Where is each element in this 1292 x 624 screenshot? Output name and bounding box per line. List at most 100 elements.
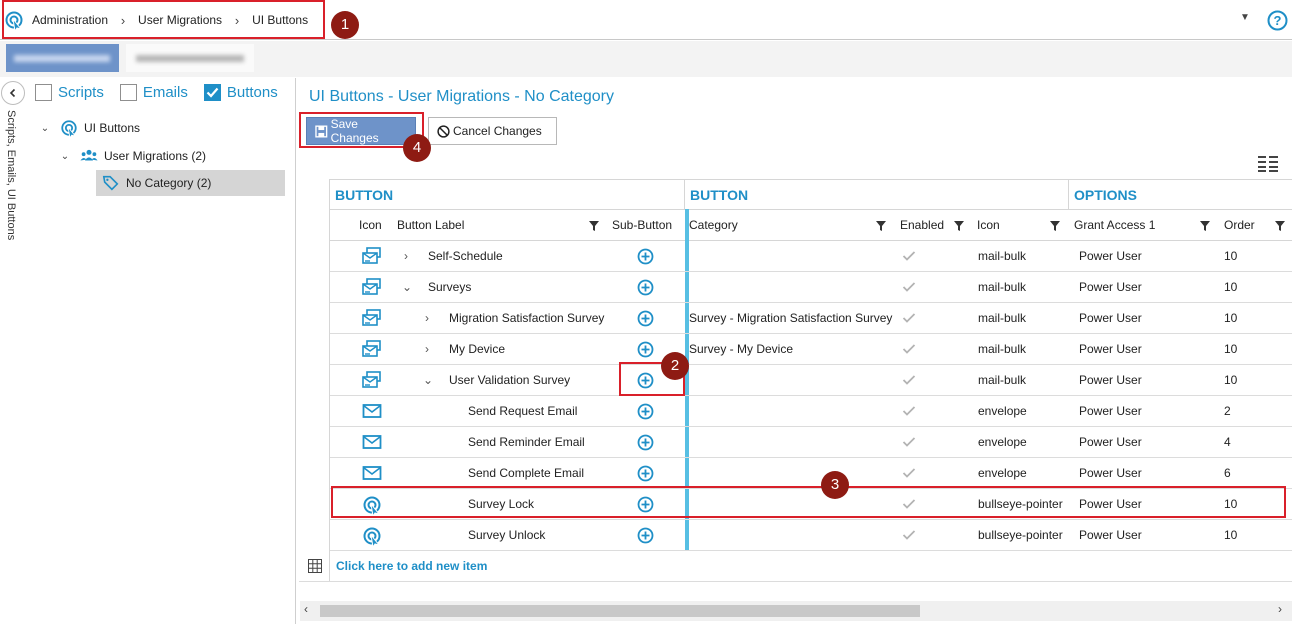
enabled-check-icon[interactable]	[902, 250, 916, 262]
order-cell[interactable]: 10	[1224, 334, 1237, 364]
button-label-cell[interactable]: My Device	[449, 334, 505, 364]
breadcrumb-user-migrations[interactable]: User Migrations	[138, 13, 222, 27]
collapse-panel-button[interactable]	[1, 81, 25, 105]
order-cell[interactable]: 10	[1224, 241, 1237, 271]
checkbox-box-checked[interactable]	[203, 84, 221, 101]
tree-item-no-category[interactable]: No Category (2)	[96, 170, 285, 196]
add-new-item-link[interactable]: Click here to add new item	[336, 551, 487, 581]
add-sub-button-icon[interactable]	[637, 527, 654, 544]
icon-name-cell[interactable]: envelope	[978, 427, 1027, 457]
table-row[interactable]: ⌄ Surveys mail-bulk Power User 10	[330, 272, 1292, 303]
enabled-check-icon[interactable]	[902, 467, 916, 479]
button-label-cell[interactable]: Send Reminder Email	[468, 427, 585, 457]
add-sub-button-icon[interactable]	[637, 403, 654, 420]
column-header-enabled[interactable]: Enabled	[900, 210, 944, 240]
order-cell[interactable]: 2	[1224, 396, 1231, 426]
order-cell[interactable]: 10	[1224, 520, 1237, 550]
column-header-order[interactable]: Order	[1224, 210, 1255, 240]
icon-name-cell[interactable]: envelope	[978, 458, 1027, 488]
grant-access-cell[interactable]: Power User	[1079, 458, 1142, 488]
tree-item-user-migrations[interactable]: ⌄ User Migrations (2)	[58, 143, 206, 169]
bullseye-pointer-icon[interactable]	[4, 10, 24, 30]
filter-icon[interactable]	[589, 221, 599, 231]
enabled-check-icon[interactable]	[902, 529, 916, 541]
add-sub-button-icon[interactable]	[637, 496, 654, 513]
enabled-check-icon[interactable]	[902, 281, 916, 293]
enabled-check-icon[interactable]	[902, 312, 916, 324]
order-cell[interactable]: 10	[1224, 272, 1237, 302]
filter-icon[interactable]	[1200, 221, 1210, 231]
table-row[interactable]: › Self-Schedule mail-bulk Power User 10	[330, 241, 1292, 272]
enabled-check-icon[interactable]	[902, 374, 916, 386]
order-cell[interactable]: 10	[1224, 365, 1237, 395]
scripts-checkbox[interactable]: Scripts	[35, 84, 104, 101]
grant-access-cell[interactable]: Power User	[1079, 520, 1142, 550]
order-cell[interactable]: 6	[1224, 458, 1231, 488]
cancel-changes-button[interactable]: Cancel Changes	[428, 117, 557, 145]
icon-name-cell[interactable]: envelope	[978, 396, 1027, 426]
checkbox-box[interactable]	[35, 84, 52, 101]
column-header-sub-button[interactable]: Sub-Button	[612, 210, 672, 240]
add-sub-button-icon[interactable]	[637, 279, 654, 296]
chevron-down-icon[interactable]: ⌄	[402, 272, 412, 302]
table-row[interactable]: › Migration Satisfaction Survey Survey -…	[330, 303, 1292, 334]
icon-name-cell[interactable]: bullseye-pointer	[978, 489, 1063, 519]
checkbox-box[interactable]	[119, 84, 137, 101]
chevron-down-icon[interactable]: ⌄	[38, 123, 52, 134]
table-row[interactable]: Survey Unlock bullseye-pointer Power Use…	[330, 520, 1292, 551]
grant-access-cell[interactable]: Power User	[1079, 489, 1142, 519]
horizontal-scrollbar[interactable]: ‹ ›	[300, 601, 1292, 621]
button-label-cell[interactable]: User Validation Survey	[449, 365, 570, 395]
enabled-check-icon[interactable]	[902, 436, 916, 448]
chevron-right-icon[interactable]: ›	[404, 241, 408, 271]
dropdown-caret-icon[interactable]: ▼	[1240, 12, 1250, 23]
column-header-category[interactable]: Category	[689, 210, 738, 240]
order-cell[interactable]: 4	[1224, 427, 1231, 457]
icon-name-cell[interactable]: mail-bulk	[978, 303, 1026, 333]
table-row[interactable]: Send Reminder Email envelope Power User …	[330, 427, 1292, 458]
add-sub-button-icon[interactable]	[637, 341, 654, 358]
category-cell[interactable]: Survey - Migration Satisfaction Survey	[689, 303, 892, 333]
chevron-down-icon[interactable]: ⌄	[423, 365, 433, 395]
order-cell[interactable]: 10	[1224, 489, 1237, 519]
table-row[interactable]: Send Complete Email envelope Power User …	[330, 458, 1292, 489]
add-sub-button-icon[interactable]	[637, 310, 654, 327]
column-header-grant-access[interactable]: Grant Access 1	[1074, 210, 1155, 240]
button-label-cell[interactable]: Send Request Email	[468, 396, 577, 426]
enabled-check-icon[interactable]	[902, 498, 916, 510]
filter-icon[interactable]	[954, 221, 964, 231]
button-label-cell[interactable]: Send Complete Email	[468, 458, 584, 488]
grant-access-cell[interactable]: Power User	[1079, 396, 1142, 426]
button-label-cell[interactable]: Migration Satisfaction Survey	[449, 303, 604, 333]
add-new-item-row[interactable]: Click here to add new item	[299, 551, 1292, 582]
column-header-button-label[interactable]: Button Label	[397, 210, 464, 240]
scroll-right-icon[interactable]: ›	[1278, 602, 1282, 616]
add-sub-button-icon[interactable]	[637, 248, 654, 265]
help-icon[interactable]: ?	[1267, 10, 1288, 31]
scroll-left-icon[interactable]: ‹	[304, 602, 308, 616]
icon-name-cell[interactable]: mail-bulk	[978, 365, 1026, 395]
filter-icon[interactable]	[1275, 221, 1285, 231]
emails-checkbox[interactable]: Emails	[119, 84, 188, 101]
grant-access-cell[interactable]: Power User	[1079, 272, 1142, 302]
column-chooser-icon[interactable]	[1258, 156, 1278, 172]
add-sub-button-icon[interactable]	[637, 434, 654, 451]
filter-icon[interactable]	[1050, 221, 1060, 231]
table-row[interactable]: Send Request Email envelope Power User 2	[330, 396, 1292, 427]
button-label-cell[interactable]: Self-Schedule	[428, 241, 503, 271]
breadcrumb-ui-buttons[interactable]: UI Buttons	[252, 13, 308, 27]
table-row[interactable]: › My Device Survey - My Device mail-bulk…	[330, 334, 1292, 365]
icon-name-cell[interactable]: mail-bulk	[978, 334, 1026, 364]
enabled-check-icon[interactable]	[902, 405, 916, 417]
chevron-right-icon[interactable]: ›	[425, 303, 429, 333]
save-changes-button[interactable]: Save Changes	[306, 117, 416, 145]
icon-name-cell[interactable]: mail-bulk	[978, 272, 1026, 302]
tree-item-ui-buttons[interactable]: ⌄ UI Buttons	[38, 115, 140, 141]
category-cell[interactable]: Survey - My Device	[689, 334, 793, 364]
add-sub-button-icon[interactable]	[637, 372, 654, 389]
grant-access-cell[interactable]: Power User	[1079, 241, 1142, 271]
table-row[interactable]: ⌄ User Validation Survey mail-bulk Power…	[330, 365, 1292, 396]
tab-blurred-active[interactable]	[6, 44, 119, 72]
chevron-down-icon[interactable]: ⌄	[58, 151, 72, 162]
breadcrumb-administration[interactable]: Administration	[32, 13, 108, 27]
